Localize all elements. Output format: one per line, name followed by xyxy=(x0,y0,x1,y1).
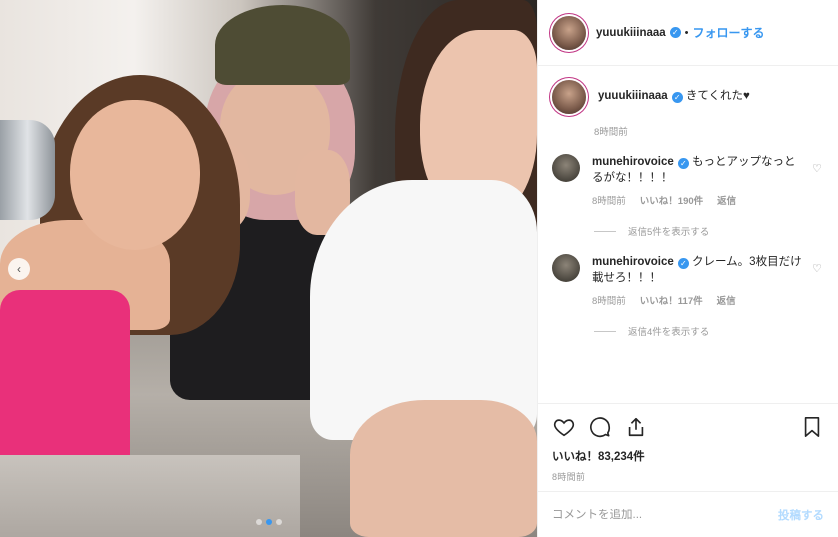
view-replies-label: 返信5件を表示する xyxy=(628,227,710,238)
heart-icon[interactable] xyxy=(552,415,576,439)
commenter-avatar[interactable] xyxy=(552,254,580,282)
carousel-dot xyxy=(255,519,262,525)
comment-item: munehirovoice ✓ もっとアップなっとるがな！！！！ 8時間前 いいね… xyxy=(552,154,824,238)
post-comment-button[interactable]: 投稿する xyxy=(778,507,824,523)
comments-list[interactable]: yuuukiiinaaa ✓ きてくれた♥ 8時間前 munehirovoice ✓… xyxy=(538,66,838,403)
caption-time: 8時間前 xyxy=(594,127,628,138)
chevron-left-icon: ‹ xyxy=(17,262,21,276)
replies-divider xyxy=(594,230,616,232)
share-icon[interactable] xyxy=(624,415,648,439)
instagram-post: ‹ yuuukiiinaaa ✓ • フォローする yuuukiiinaaa ✓ … xyxy=(0,0,838,537)
carousel-dot xyxy=(275,519,282,525)
post-actions: いいね！83,234件 8時間前 xyxy=(538,403,838,491)
comment-reply-button[interactable]: 返信 xyxy=(717,194,736,210)
comment-like-heart-icon[interactable]: ♡ xyxy=(812,162,824,175)
comment-item: munehirovoice ✓ クレーム。3枚目だけ載せろ！！！ 8時間前 いいね… xyxy=(552,254,824,338)
header-separator: • xyxy=(684,26,689,39)
comment-time: 8時間前 xyxy=(592,196,626,207)
carousel-dot-active xyxy=(265,519,272,525)
caption-avatar[interactable] xyxy=(552,80,586,114)
post-likes-count[interactable]: いいね！83,234件 xyxy=(552,448,824,464)
post-header: yuuukiiinaaa ✓ • フォローする xyxy=(538,0,838,66)
person-right-arm xyxy=(350,400,537,537)
verified-badge-icon: ✓ xyxy=(671,92,683,103)
comment-input[interactable] xyxy=(552,508,778,521)
caption-block: yuuukiiinaaa ✓ きてくれた♥ 8時間前 xyxy=(552,80,824,138)
person-middle-cap xyxy=(215,5,350,85)
comment-likes[interactable]: いいね！190件 xyxy=(640,194,703,210)
verified-badge-icon: ✓ xyxy=(677,258,689,269)
comment-likes[interactable]: いいね！117件 xyxy=(640,294,703,310)
follow-button[interactable]: フォローする xyxy=(693,24,765,41)
replies-divider xyxy=(594,330,616,332)
verified-badge-icon: ✓ xyxy=(669,27,681,38)
comment-time: 8時間前 xyxy=(592,296,626,307)
view-replies-label: 返信4件を表示する xyxy=(628,327,710,338)
carousel-prev-button[interactable]: ‹ xyxy=(8,258,30,280)
comment-icon[interactable] xyxy=(588,415,612,439)
author-username[interactable]: yuuukiiinaaa xyxy=(596,27,666,39)
bookmark-icon[interactable] xyxy=(800,415,824,439)
post-photo[interactable]: ‹ xyxy=(0,0,537,537)
comment-composer: 投稿する xyxy=(538,491,838,537)
comment-reply-button[interactable]: 返信 xyxy=(717,294,736,310)
post-side-panel: yuuukiiinaaa ✓ • フォローする yuuukiiinaaa ✓ きて… xyxy=(537,0,838,537)
carousel-indicator xyxy=(0,519,537,525)
post-timestamp[interactable]: 8時間前 xyxy=(552,470,824,483)
caption-username[interactable]: yuuukiiinaaa xyxy=(598,90,668,102)
comment-username[interactable]: munehirovoice xyxy=(592,156,674,168)
person-left-pink-top xyxy=(0,290,130,460)
commenter-avatar[interactable] xyxy=(552,154,580,182)
verified-badge-icon: ✓ xyxy=(677,158,689,169)
tumbler-cup xyxy=(0,120,55,220)
view-replies-button[interactable]: 返信5件を表示する xyxy=(594,224,824,238)
comment-username[interactable]: munehirovoice xyxy=(592,256,674,268)
comment-like-heart-icon[interactable]: ♡ xyxy=(812,262,824,275)
author-avatar[interactable] xyxy=(552,15,586,50)
caption-text: きてくれた♥ xyxy=(685,90,750,102)
view-replies-button[interactable]: 返信4件を表示する xyxy=(594,324,824,338)
person-left-face xyxy=(70,100,200,250)
